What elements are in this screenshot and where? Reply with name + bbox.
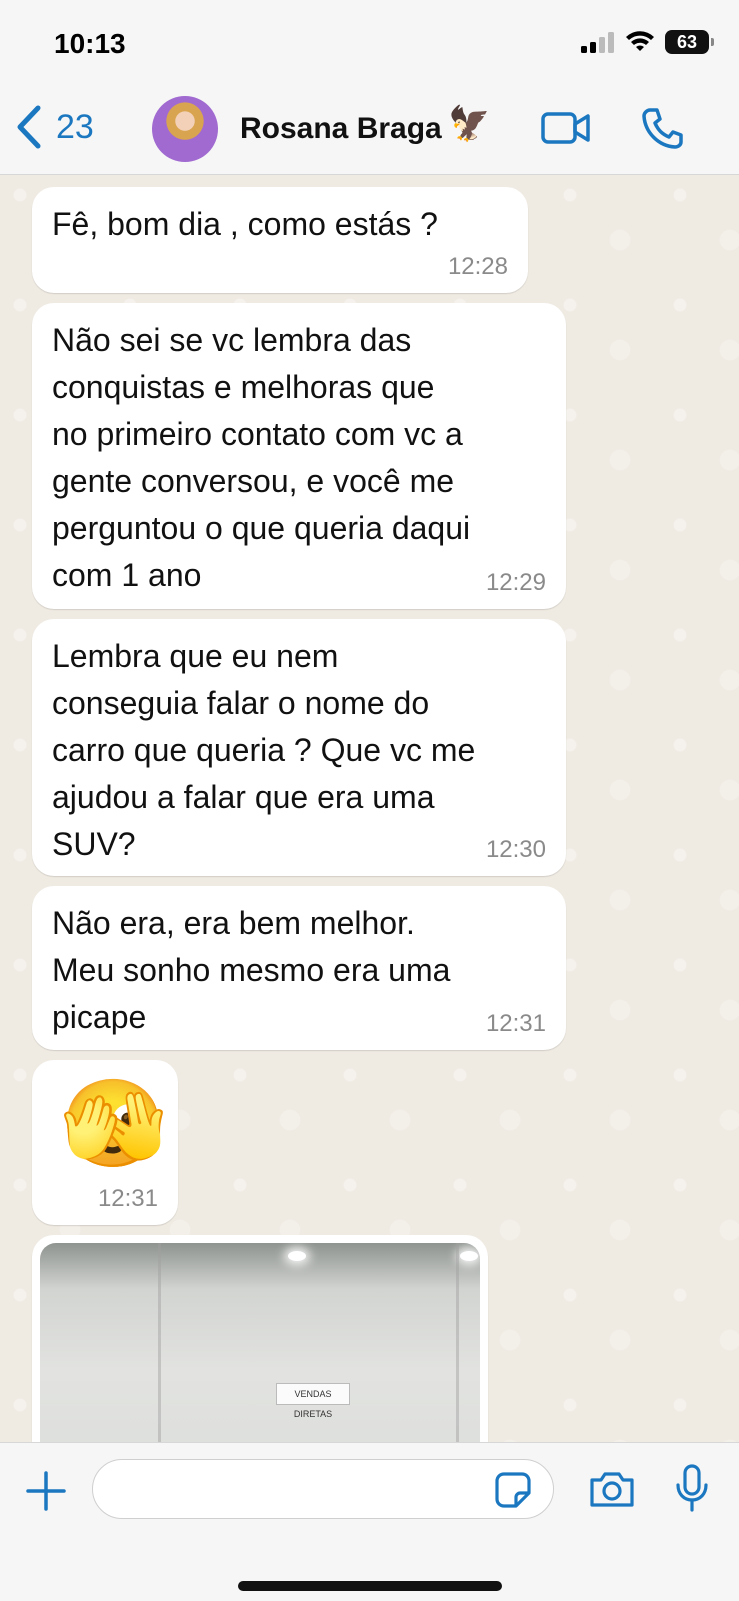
face-peeking-emoji: 🫣 bbox=[60, 1076, 168, 1172]
message-time: 12:29 bbox=[485, 569, 546, 596]
wall-panel-line bbox=[158, 1243, 161, 1442]
message-text: Não sei se vc lembra das conquistas e me… bbox=[52, 322, 471, 593]
video-camera-icon bbox=[541, 112, 590, 144]
contact-name[interactable]: Rosana Braga bbox=[240, 112, 442, 146]
photo-message-bubble[interactable]: VENDAS DIRETAS bbox=[32, 1235, 488, 1442]
chat-header: 23 Rosana Braga 🦅 bbox=[0, 88, 739, 175]
emoji-message-bubble[interactable]: 🫣 12:31 bbox=[32, 1060, 178, 1225]
message-text: Não era, era bem melhor. Meu sonho mesmo… bbox=[52, 905, 451, 1035]
unread-count: 23 bbox=[56, 107, 94, 146]
video-call-button[interactable] bbox=[540, 108, 592, 153]
message-time: 12:30 bbox=[485, 836, 546, 863]
message-bubble[interactable]: Fê, bom dia , como estás ? 12:28 bbox=[32, 187, 528, 293]
back-button[interactable]: 23 bbox=[14, 104, 94, 150]
plus-icon bbox=[26, 1471, 66, 1511]
message-time: 12:31 bbox=[485, 1010, 546, 1037]
camera-button[interactable] bbox=[588, 1469, 636, 1514]
message-time: 12:31 bbox=[97, 1185, 158, 1212]
sticker-icon bbox=[495, 1472, 531, 1508]
message-bubble[interactable]: Não era, era bem melhor. Meu sonho mesmo… bbox=[32, 886, 566, 1050]
wifi-icon bbox=[626, 31, 654, 51]
battery-level: 63 bbox=[676, 31, 698, 52]
message-text: Lembra que eu nem conseguia falar o nome… bbox=[52, 638, 476, 862]
message-time: 12:28 bbox=[447, 253, 508, 280]
status-time: 10:13 bbox=[54, 28, 126, 59]
phone-icon bbox=[642, 108, 683, 149]
battery-icon: 63 bbox=[665, 30, 714, 54]
ceiling-light bbox=[288, 1251, 306, 1261]
avatar[interactable] bbox=[152, 96, 218, 162]
photo-sign: VENDAS DIRETAS bbox=[276, 1383, 350, 1419]
home-indicator bbox=[238, 1581, 502, 1591]
chat-messages[interactable]: Fê, bom dia , como estás ? 12:28 Não sei… bbox=[0, 175, 739, 1442]
status-bar: 10:13 63 bbox=[0, 0, 739, 88]
message-text: Fê, bom dia , como estás ? bbox=[52, 206, 438, 242]
photo-thumbnail[interactable]: VENDAS DIRETAS bbox=[40, 1243, 480, 1442]
composer-bar bbox=[0, 1442, 739, 1601]
attach-button[interactable] bbox=[26, 1471, 66, 1516]
message-bubble[interactable]: Não sei se vc lembra das conquistas e me… bbox=[32, 303, 566, 609]
ceiling-light bbox=[460, 1251, 478, 1261]
microphone-button[interactable] bbox=[674, 1463, 710, 1518]
message-input[interactable] bbox=[92, 1459, 554, 1519]
sticker-button[interactable] bbox=[494, 1471, 532, 1514]
message-bubble[interactable]: Lembra que eu nem conseguia falar o nome… bbox=[32, 619, 566, 876]
camera-icon bbox=[590, 1472, 634, 1507]
eagle-icon: 🦅 bbox=[448, 105, 491, 143]
microphone-icon bbox=[676, 1464, 708, 1512]
voice-call-button[interactable] bbox=[640, 106, 684, 155]
wall-panel-line bbox=[456, 1243, 459, 1442]
chevron-left-icon bbox=[17, 105, 41, 149]
cellular-signal-icon bbox=[581, 32, 614, 53]
status-icons: 63 bbox=[581, 30, 714, 54]
